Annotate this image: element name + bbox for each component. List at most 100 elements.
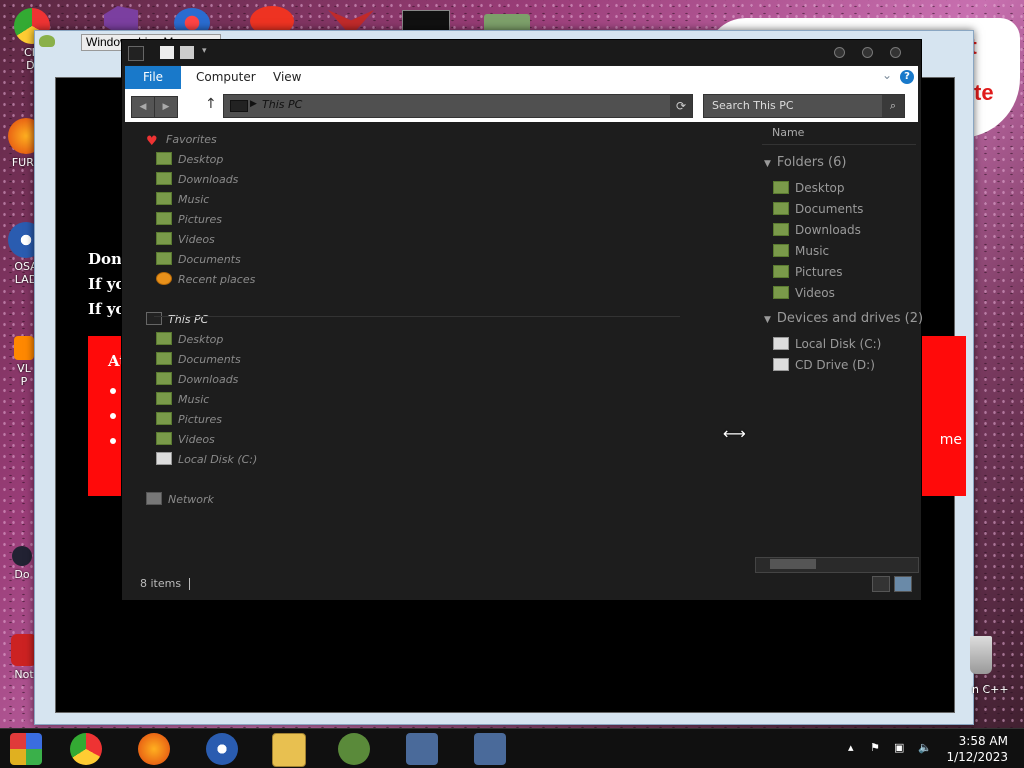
- minimize-button[interactable]: [834, 47, 845, 58]
- nav-fav-music[interactable]: Music: [156, 190, 209, 210]
- hard-drive-icon: [773, 337, 789, 350]
- nav-pc-downloads[interactable]: Downloads: [156, 370, 238, 390]
- osa-taskbar-icon[interactable]: [206, 733, 238, 765]
- maximize-button[interactable]: [862, 47, 873, 58]
- firefox-taskbar-icon[interactable]: [138, 733, 170, 765]
- documents-folder-icon: [156, 352, 172, 365]
- chevron-down-icon: ▼: [764, 315, 771, 325]
- nav-fav-desktop[interactable]: Desktop: [156, 150, 223, 170]
- details-view-button[interactable]: [872, 576, 890, 592]
- computer-icon: [230, 100, 248, 112]
- chevron-down-icon[interactable]: ▾: [202, 46, 216, 59]
- flag-icon[interactable]: ⚑: [870, 741, 880, 754]
- setup-taskbar-icon-2[interactable]: [474, 733, 506, 765]
- network-icon: [146, 492, 162, 505]
- refresh-button[interactable]: ⟳: [670, 95, 692, 117]
- heart-icon: ♥: [146, 134, 158, 149]
- show-hidden-icons[interactable]: ▴: [848, 741, 854, 754]
- system-clock[interactable]: 3:58 AM 1/12/2023: [946, 733, 1008, 765]
- search-icon[interactable]: ⌕: [882, 95, 904, 117]
- nav-fav-recent[interactable]: Recent places: [156, 270, 255, 290]
- nav-fav-documents[interactable]: Documents: [156, 250, 241, 270]
- drive-local-disk[interactable]: Local Disk (C:): [773, 334, 881, 354]
- recent-places-icon: [156, 272, 172, 285]
- folder-downloads[interactable]: Downloads: [773, 220, 861, 240]
- resize-cursor-icon: ⟷: [723, 424, 746, 443]
- explorer-icon: [128, 46, 144, 61]
- volume-icon[interactable]: 🔈: [918, 741, 932, 754]
- documents-folder-icon: [156, 252, 172, 265]
- status-divider: [189, 578, 190, 590]
- clock-time: 3:58 AM: [958, 734, 1008, 748]
- taskbar: ▴ ⚑ ▣ 🔈 3:58 AM 1/12/2023: [0, 728, 1024, 768]
- nav-this-pc[interactable]: This PC: [146, 310, 208, 330]
- navigation-bar: ◀ ▶ ↑ ▶ This PC ⟳ Search This PC ⌕: [125, 89, 918, 122]
- downloads-folder-icon: [156, 172, 172, 185]
- nav-pc-local-disk[interactable]: Local Disk (C:): [156, 450, 257, 470]
- breadcrumb-arrow-icon: ▶: [250, 99, 257, 109]
- ribbon-tabs: File Computer View ⌄ ?: [125, 66, 918, 89]
- network-icon[interactable]: ▣: [894, 741, 904, 754]
- chevron-down-icon: ▼: [764, 159, 771, 169]
- tab-computer[interactable]: Computer: [196, 66, 256, 89]
- tab-file[interactable]: File: [125, 66, 181, 89]
- ribbon-expand-icon[interactable]: ⌄: [882, 68, 892, 82]
- search-placeholder: Search This PC: [712, 99, 794, 112]
- new-folder-icon[interactable]: [180, 46, 194, 59]
- music-folder-icon: [156, 192, 172, 205]
- tab-view[interactable]: View: [273, 66, 301, 89]
- group-devices[interactable]: ▼ Devices and drives (2): [764, 311, 923, 326]
- folder-pictures[interactable]: Pictures: [773, 262, 843, 282]
- folder-videos[interactable]: Videos: [773, 283, 835, 303]
- nav-network[interactable]: Network: [146, 490, 214, 510]
- folder-music[interactable]: Music: [773, 241, 829, 261]
- properties-icon[interactable]: [160, 46, 174, 59]
- setup-taskbar-icon[interactable]: [406, 733, 438, 765]
- group-folders[interactable]: ▼ Folders (6): [764, 155, 846, 170]
- divider: [154, 316, 680, 317]
- messenger-taskbar-icon[interactable]: [338, 733, 370, 765]
- folder-documents[interactable]: Documents: [773, 199, 863, 219]
- downloads-folder-icon: [156, 372, 172, 385]
- explorer-taskbar-icon[interactable]: [272, 733, 306, 767]
- bullet: [110, 388, 116, 394]
- folder-desktop[interactable]: Desktop: [773, 178, 845, 198]
- help-button[interactable]: ?: [900, 70, 914, 84]
- large-icons-view-button[interactable]: [894, 576, 912, 592]
- column-header-name[interactable]: Name: [772, 126, 804, 139]
- nav-favorites[interactable]: ♥ Favorites: [146, 130, 217, 150]
- nav-pc-music[interactable]: Music: [156, 390, 209, 410]
- scrollbar-thumb[interactable]: [770, 559, 816, 569]
- back-button[interactable]: ◀: [131, 96, 155, 118]
- nav-fav-pictures[interactable]: Pictures: [156, 210, 222, 230]
- nav-pc-videos[interactable]: Videos: [156, 430, 215, 450]
- videos-folder-icon: [156, 232, 172, 245]
- horizontal-scrollbar[interactable]: [755, 557, 919, 573]
- music-folder-icon: [156, 392, 172, 405]
- nav-fav-downloads[interactable]: Downloads: [156, 170, 238, 190]
- attention-tail: me: [939, 432, 962, 448]
- nav-pc-pictures[interactable]: Pictures: [156, 410, 222, 430]
- nav-pc-documents[interactable]: Documents: [156, 350, 241, 370]
- address-bar[interactable]: ▶ This PC ⟳: [223, 94, 693, 118]
- recycle-bin-icon[interactable]: [970, 636, 992, 674]
- bullet: [110, 413, 116, 419]
- cd-drive-icon: [773, 358, 789, 371]
- clock-date: 1/12/2023: [946, 750, 1008, 764]
- chrome-taskbar-icon[interactable]: [70, 733, 102, 765]
- title-bar: ▾: [122, 40, 921, 65]
- desktop-folder-icon: [156, 332, 172, 345]
- close-button[interactable]: [890, 47, 901, 58]
- forward-button[interactable]: ▶: [154, 96, 178, 118]
- nav-pc-desktop[interactable]: Desktop: [156, 330, 223, 350]
- nav-fav-videos[interactable]: Videos: [156, 230, 215, 250]
- file-explorer-window[interactable]: ▾ File Computer View ⌄ ? ◀ ▶ ↑ ▶ This PC…: [121, 39, 923, 601]
- up-button[interactable]: ↑: [205, 96, 217, 112]
- start-button[interactable]: [10, 733, 42, 765]
- messenger-icon: [39, 35, 55, 47]
- drive-cd[interactable]: CD Drive (D:): [773, 355, 875, 375]
- desktop-label-cpp: n C++: [972, 683, 1009, 696]
- search-input[interactable]: Search This PC ⌕: [703, 94, 905, 118]
- bullet: [110, 438, 116, 444]
- breadcrumb-this-pc[interactable]: This PC: [262, 98, 302, 111]
